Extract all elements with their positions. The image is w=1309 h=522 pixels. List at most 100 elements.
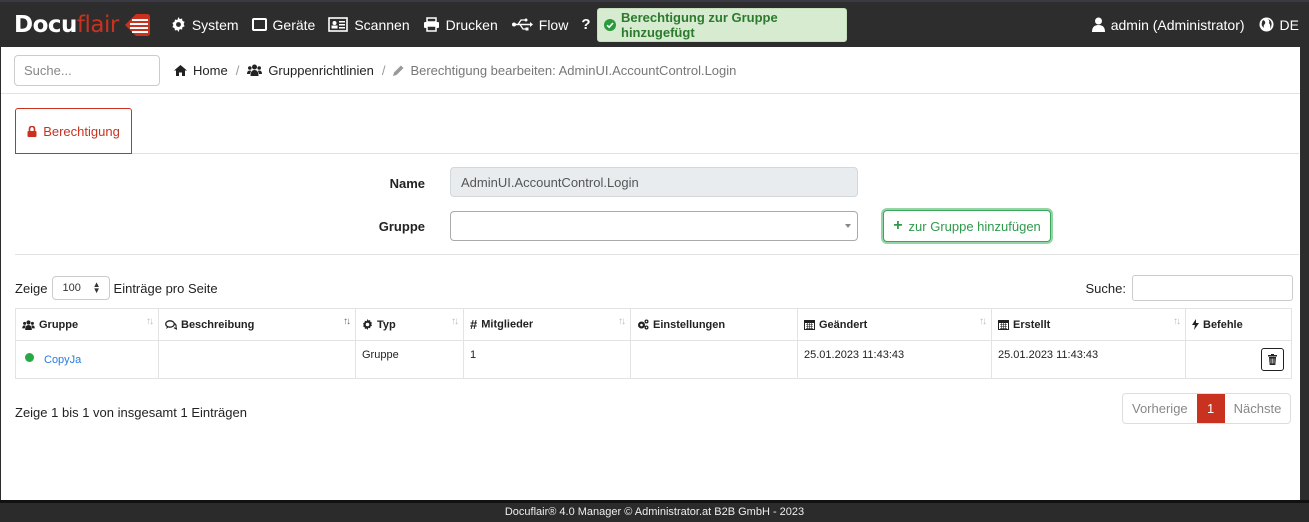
page-length-prefix: Zeige — [15, 280, 48, 296]
column-header-beschreibung[interactable]: Beschreibung ↑↓ — [158, 308, 356, 341]
bolt-icon — [1192, 319, 1199, 331]
footer: Docuflair® 4.0 Manager © Administrator.a… — [0, 500, 1309, 522]
nav-flow[interactable]: Flow — [511, 16, 569, 33]
table-header-row: Gruppe ↑↓ Beschreibung ↑↓ Typ ↑↓ # Mitgl… — [15, 308, 1292, 341]
page-length-control: Zeige 100 ▲ ▼ Einträge pro Seite — [15, 276, 218, 300]
column-header-label: Einstellungen — [653, 318, 726, 331]
sort-icon: ↑↓ — [451, 316, 459, 327]
column-header-label: Mitglieder — [481, 318, 534, 331]
column-header-label: Gruppe — [39, 318, 79, 331]
column-header-geaendert[interactable]: Geändert ↑↓ — [797, 308, 992, 341]
breadcrumb-gruppenrichtlinien-label: Gruppenrichtlinien — [268, 62, 374, 78]
pagination-previous[interactable]: Vorherige — [1123, 394, 1197, 423]
breadcrumb-separator: / — [235, 62, 240, 78]
brand-name-part1: Docu — [14, 11, 77, 38]
device-icon — [251, 18, 267, 31]
cell-typ: Gruppe — [355, 340, 464, 379]
name-label: Name — [389, 176, 425, 191]
group-link[interactable]: CopyJa — [44, 354, 81, 366]
breadcrumb-current-label: Berechtigung bearbeiten: AdminUI.Account… — [410, 62, 737, 78]
globe-icon — [1259, 17, 1274, 32]
add-to-group-button[interactable]: + zur Gruppe hinzufügen — [883, 210, 1051, 242]
gear-icon — [362, 319, 373, 331]
column-header-label: Geändert — [819, 318, 868, 331]
group-label: Gruppe — [378, 219, 425, 234]
cell-beschreibung — [158, 340, 356, 379]
gear-icon — [171, 17, 186, 32]
table-filter: Suche: — [1086, 275, 1293, 301]
sort-icon: ↑↓ — [618, 316, 626, 327]
table-row: CopyJa Gruppe 1 25.01.2023 11:43:43 25.0… — [15, 340, 1292, 379]
users-icon — [22, 320, 35, 330]
cell-befehle — [1185, 340, 1292, 379]
breadcrumb: Home / Gruppenrichtlinien / Berechtigung… — [174, 63, 736, 78]
user-name: admin (Administrator) — [1110, 16, 1245, 33]
id-card-icon — [328, 17, 349, 32]
nav-scannen-label: Scannen — [354, 16, 410, 33]
check-circle-icon — [604, 19, 616, 31]
nav-geraete[interactable]: Geräte — [251, 16, 316, 33]
global-search-input[interactable] — [14, 54, 160, 86]
nav-system-label: System — [191, 16, 239, 33]
nav-scannen[interactable]: Scannen — [328, 16, 410, 33]
sort-icon: ↑↓ — [979, 316, 987, 327]
plus-icon: + — [893, 217, 903, 234]
pagination: Vorherige 1 Nächste — [1122, 393, 1292, 424]
tab-berechtigung[interactable]: Berechtigung — [15, 108, 132, 154]
print-icon — [423, 17, 440, 32]
column-header-befehle: Befehle — [1185, 308, 1292, 341]
column-header-einstellungen: Einstellungen — [630, 308, 798, 341]
delete-button[interactable] — [1261, 348, 1284, 371]
breadcrumb-home[interactable]: Home — [174, 63, 228, 78]
nav-drucken[interactable]: Drucken — [423, 17, 498, 33]
breadcrumb-current: Berechtigung bearbeiten: AdminUI.Account… — [393, 63, 736, 78]
page-length-value: 100 — [62, 282, 81, 294]
language-code: DE — [1279, 16, 1299, 33]
tab-berechtigung-label: Berechtigung — [43, 123, 120, 139]
pagination-page-current[interactable]: 1 — [1196, 394, 1225, 423]
trash-icon — [1268, 354, 1277, 365]
breadcrumb-home-label: Home — [193, 62, 228, 78]
add-to-group-label: zur Gruppe hinzufügen — [908, 218, 1041, 234]
column-header-label: Befehle — [1203, 318, 1243, 331]
column-header-erstellt[interactable]: Erstellt ↑↓ — [991, 308, 1186, 341]
gears-icon — [637, 319, 649, 330]
name-field: AdminUI.AccountControl.Login — [450, 167, 858, 197]
cell-geaendert: 25.01.2023 11:43:43 — [797, 340, 992, 379]
right-border — [1300, 47, 1309, 500]
nav-system[interactable]: System — [171, 17, 239, 33]
column-header-label: Typ — [377, 318, 396, 331]
table-filter-label: Suche: — [1085, 280, 1126, 296]
page-length-select[interactable]: 100 ▲ ▼ — [51, 276, 110, 300]
hash-icon: # — [470, 317, 478, 332]
user-icon — [1091, 17, 1105, 32]
brand-logo[interactable]: Docu flair — [14, 10, 151, 40]
cell-einstellungen — [630, 340, 798, 379]
column-header-gruppe[interactable]: Gruppe ↑↓ — [15, 308, 159, 341]
sub-header: Home / Gruppenrichtlinien / Berechtigung… — [1, 47, 1300, 94]
user-menu[interactable]: admin (Administrator) — [1091, 16, 1245, 33]
table-info: Zeige 1 bis 1 von insgesamt 1 Einträgen — [15, 405, 247, 420]
name-field-value: AdminUI.AccountControl.Login — [461, 174, 639, 190]
column-header-label: Erstellt — [1013, 318, 1051, 331]
status-dot-icon — [25, 353, 34, 362]
toast-message: Berechtigung zur Gruppe hinzugefügt — [621, 10, 778, 40]
page-length-suffix: Einträge pro Seite — [113, 280, 218, 296]
nav-geraete-label: Geräte — [272, 16, 316, 33]
home-icon — [174, 64, 187, 76]
lock-icon — [27, 125, 37, 137]
column-header-typ[interactable]: Typ ↑↓ — [355, 308, 464, 341]
table-filter-input[interactable] — [1132, 275, 1293, 301]
column-header-mitglieder[interactable]: # Mitglieder ↑↓ — [463, 308, 631, 341]
group-select[interactable] — [450, 211, 858, 241]
pagination-next[interactable]: Nächste — [1225, 394, 1291, 423]
calendar-icon — [998, 319, 1009, 331]
groups-table: Gruppe ↑↓ Beschreibung ↑↓ Typ ↑↓ # Mitgl… — [15, 308, 1292, 379]
sort-arrows-icon: ▲ ▼ — [92, 280, 101, 295]
language-selector[interactable]: DE — [1259, 17, 1299, 33]
nav-flow-label: Flow — [538, 16, 569, 33]
usb-icon — [511, 18, 533, 31]
calendar-icon — [804, 319, 815, 331]
breadcrumb-gruppenrichtlinien[interactable]: Gruppenrichtlinien — [247, 63, 374, 78]
sort-icon: ↑↓ — [1173, 316, 1181, 327]
